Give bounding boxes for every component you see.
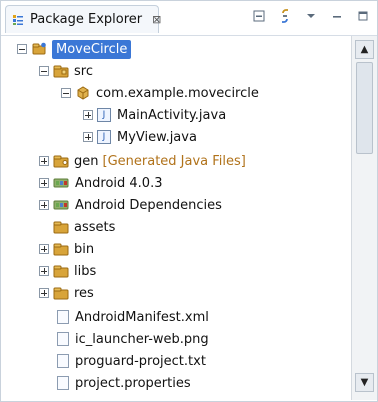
source-folder-icon (53, 63, 69, 79)
expand-toggle-icon[interactable] (39, 266, 49, 276)
package-icon (75, 85, 91, 101)
expand-toggle-icon[interactable] (39, 178, 49, 188)
view-header: Package Explorer ⊠ (1, 1, 377, 36)
xml-file-icon (57, 310, 69, 324)
tree-item-myview[interactable]: J MyView.java (83, 126, 197, 148)
tree-item-manifest[interactable]: AndroidManifest.xml (57, 306, 209, 328)
tree-item-res[interactable]: res (39, 282, 94, 304)
image-file-icon (57, 332, 69, 346)
libs-label: libs (74, 263, 97, 279)
file-label: MyView.java (117, 129, 197, 145)
scroll-thumb[interactable] (356, 62, 373, 154)
expand-toggle-icon[interactable] (83, 132, 93, 142)
res-label: res (74, 285, 94, 301)
project-icon (31, 41, 47, 57)
expand-toggle-icon[interactable] (39, 156, 49, 166)
expand-toggle-icon[interactable] (39, 200, 49, 210)
project-tree: MoveCircle src com.example.movecircle J … (1, 36, 351, 401)
close-tab-icon[interactable]: ⊠ (152, 13, 161, 26)
vertical-scrollbar[interactable]: ▲ ▼ (351, 36, 377, 400)
tree-item-package[interactable]: com.example.movecircle (61, 82, 259, 104)
expand-toggle-icon[interactable] (39, 244, 49, 254)
tree-item-android-deps[interactable]: Android Dependencies (39, 194, 222, 216)
view-toolbar (251, 8, 371, 24)
folder-icon (53, 263, 69, 279)
text-file-icon (57, 354, 69, 368)
package-explorer-view: Package Explorer ⊠ MoveCircle src com.ex… (0, 0, 378, 402)
properties-file-icon (57, 376, 69, 390)
tree-item-properties[interactable]: project.properties (57, 372, 191, 394)
minimize-icon[interactable] (329, 8, 345, 24)
proguard-label: proguard-project.txt (75, 353, 206, 369)
expand-toggle-icon[interactable] (83, 110, 93, 120)
folder-icon (53, 285, 69, 301)
assets-label: assets (74, 219, 116, 235)
tree-item-mainactivity[interactable]: J MainActivity.java (83, 104, 226, 126)
panel-title: Package Explorer (30, 12, 143, 27)
maximize-icon[interactable] (355, 8, 371, 24)
android-403-label: Android 4.0.3 (75, 175, 163, 191)
expand-toggle-icon[interactable] (39, 288, 49, 298)
file-label: MainActivity.java (117, 107, 227, 123)
tree-item-proguard[interactable]: proguard-project.txt (57, 350, 206, 372)
manifest-label: AndroidManifest.xml (75, 309, 209, 325)
tree-item-src[interactable]: src (39, 60, 93, 82)
bin-label: bin (74, 241, 95, 257)
scroll-down-button[interactable]: ▼ (355, 373, 374, 392)
collapse-toggle-icon[interactable] (61, 88, 71, 98)
tree-item-libs[interactable]: libs (39, 260, 96, 282)
java-file-icon: J (97, 130, 111, 144)
collapse-toggle-icon[interactable] (39, 66, 49, 76)
tree-item-gen[interactable]: gen [Generated Java Files] (39, 150, 246, 172)
generated-folder-icon (53, 153, 69, 169)
tree-item-assets[interactable]: assets (39, 216, 115, 238)
tree-item-bin[interactable]: bin (39, 238, 94, 260)
java-file-icon: J (97, 108, 111, 122)
android-deps-label: Android Dependencies (75, 197, 222, 213)
collapse-toggle-icon[interactable] (17, 44, 27, 54)
package-explorer-icon (12, 14, 24, 26)
view-menu-icon[interactable] (303, 8, 319, 24)
project-label: MoveCircle (52, 39, 132, 59)
tree-item-project[interactable]: MoveCircle (17, 38, 132, 60)
library-container-icon (53, 199, 69, 211)
gen-decoration: [Generated Java Files] (102, 153, 246, 169)
folder-icon (53, 219, 69, 235)
collapse-all-icon[interactable] (251, 8, 267, 24)
icon-png-label: ic_launcher-web.png (75, 331, 209, 347)
tree-item-android-403[interactable]: Android 4.0.3 (39, 172, 162, 194)
src-label: src (74, 63, 93, 79)
library-container-icon (53, 177, 69, 189)
scroll-up-button[interactable]: ▲ (355, 40, 374, 59)
folder-icon (53, 241, 69, 257)
package-label: com.example.movecircle (96, 85, 259, 101)
link-with-editor-icon[interactable] (277, 8, 293, 24)
package-explorer-tab[interactable]: Package Explorer ⊠ (5, 5, 161, 33)
properties-label: project.properties (75, 375, 191, 391)
gen-label: gen (74, 153, 99, 169)
tree-item-icon-png[interactable]: ic_launcher-web.png (57, 328, 209, 350)
